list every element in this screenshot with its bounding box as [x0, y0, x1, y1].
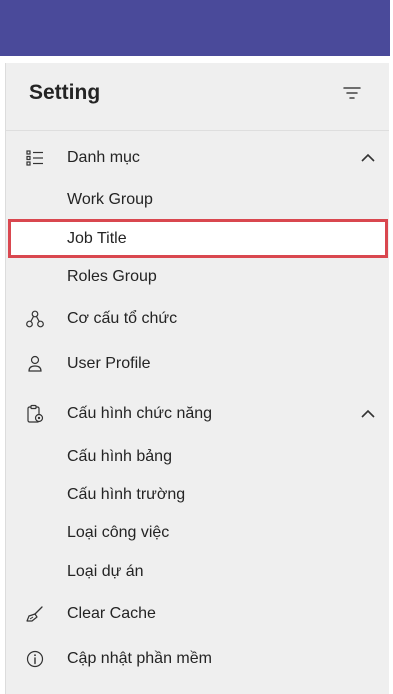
sidebar-item-job-title[interactable]: Job Title [8, 219, 388, 258]
person-icon [25, 354, 45, 374]
info-icon [25, 649, 45, 669]
clipboard-gear-icon [25, 404, 45, 424]
sidebar-item-label: Cấu hình trường [67, 486, 186, 503]
panel-header: Setting [6, 63, 389, 131]
sidebar-item-label: Job Title [67, 229, 127, 247]
sidebar-item-co-cau-to-chuc[interactable]: Cơ cấu tổ chức [5, 300, 388, 338]
sidebar-item-loai-cong-viec[interactable]: Loại công việc [5, 514, 388, 552]
sidebar-item-label: Cấu hình bảng [67, 448, 172, 465]
org-structure-icon [25, 309, 45, 329]
page-title: Setting [29, 81, 101, 104]
sidebar-item-cau-hinh-truong[interactable]: Cấu hình trường [5, 476, 388, 514]
sidebar-item-roles-group[interactable]: Roles Group [5, 258, 388, 296]
sidebar-item-clear-cache[interactable]: Clear Cache [5, 595, 388, 633]
sidebar-item-label: Work Group [67, 191, 153, 208]
sidebar-item-label: Clear Cache [67, 605, 156, 622]
sidebar-item-cap-nhat-phan-mem[interactable]: Cập nhật phần mềm [5, 640, 388, 678]
sidebar-item-label: User Profile [67, 355, 151, 372]
filter-icon[interactable] [340, 83, 364, 103]
sidebar-item-work-group[interactable]: Work Group [5, 181, 388, 219]
sidebar-item-label: Loại dự án [67, 563, 144, 580]
sidebar-item-loai-du-an[interactable]: Loại dự án [5, 553, 388, 591]
sidebar-item-cau-hinh-chuc-nang[interactable]: Cấu hình chức năng [5, 395, 388, 433]
sidebar-item-label: Loại công việc [67, 524, 170, 541]
chevron-up-icon[interactable] [360, 152, 376, 164]
list-icon [25, 148, 45, 168]
sidebar-item-label: Cơ cấu tổ chức [67, 310, 178, 327]
broom-icon [25, 604, 45, 624]
sidebar-item-label: Danh mục [67, 149, 140, 166]
sidebar-item-cau-hinh-bang[interactable]: Cấu hình bảng [5, 438, 388, 476]
sidebar-item-label: Cập nhật phần mềm [67, 650, 212, 667]
sidebar-item-label: Cấu hình chức năng [67, 405, 213, 422]
sidebar-item-label: Roles Group [67, 268, 157, 285]
sidebar-item-user-profile[interactable]: User Profile [5, 345, 388, 383]
sidebar-item-danh-muc[interactable]: Danh mục [5, 139, 388, 177]
top-bar [0, 0, 390, 56]
chevron-up-icon[interactable] [360, 408, 376, 420]
